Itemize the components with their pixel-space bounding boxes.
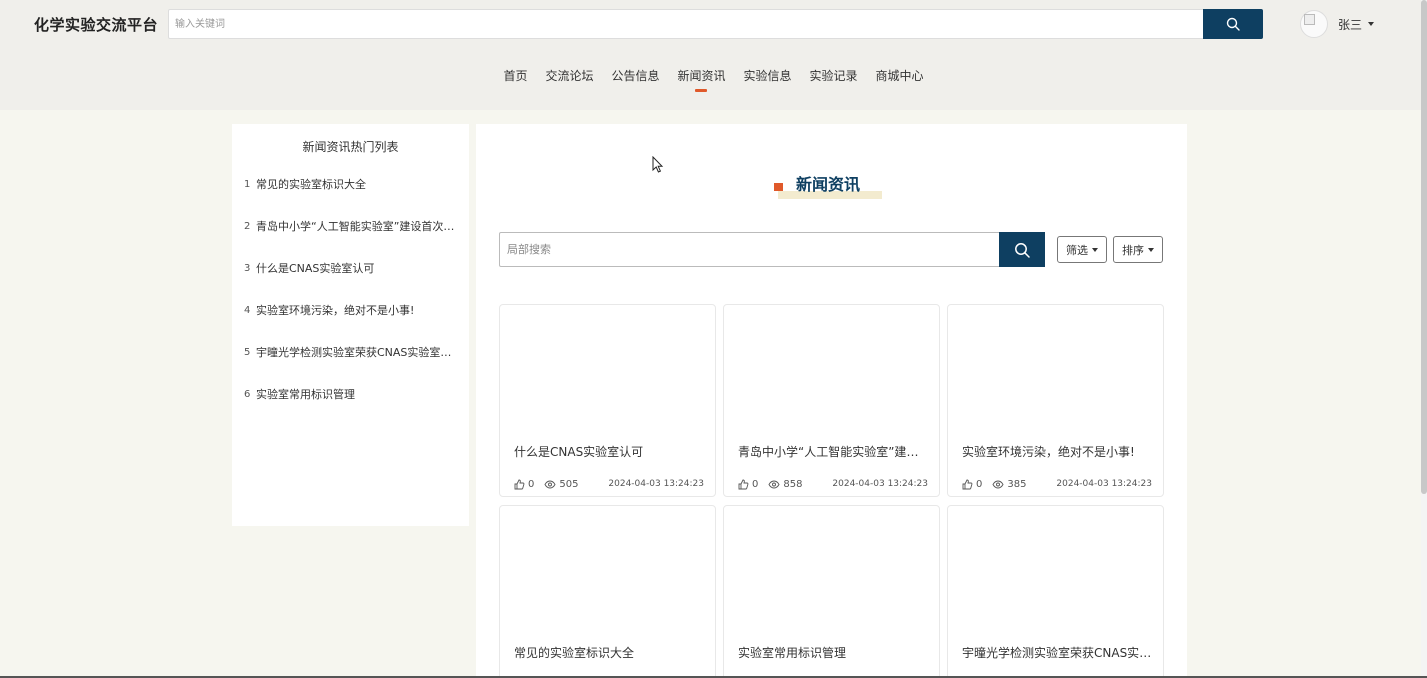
news-card-title[interactable]: 青岛中小学“人工智能实验室”建设首次启动 <box>738 443 928 460</box>
chevron-down-icon <box>1148 247 1154 252</box>
chevron-down-icon <box>1092 247 1098 252</box>
sort-label: 排序 <box>1122 243 1144 257</box>
thumbs-up-icon[interactable] <box>962 479 973 490</box>
local-search <box>499 232 1045 267</box>
page-title: 新闻资讯 <box>796 175 861 194</box>
filter-label: 筛选 <box>1066 243 1088 257</box>
list-item[interactable]: 2 青岛中小学“人工智能实验室”建设首次启动 <box>244 218 460 260</box>
list-item[interactable]: 4 实验室环境污染，绝对不是小事! <box>244 302 460 344</box>
list-item-number: 3 <box>244 263 251 274</box>
list-item-title[interactable]: 常见的实验室标识大全 <box>256 176 456 192</box>
list-item-title[interactable]: 实验室常用标识管理 <box>256 386 456 402</box>
global-search <box>168 9 1263 39</box>
view-count: 385 <box>1007 478 1027 490</box>
nav-item-experiment-info[interactable]: 实验信息 <box>735 66 801 86</box>
nav-item-notice[interactable]: 公告信息 <box>602 66 668 86</box>
local-search-input[interactable] <box>500 233 998 266</box>
scrollbar-thumb[interactable] <box>1421 0 1427 494</box>
list-item-title[interactable]: 实验室环境污染，绝对不是小事! <box>256 302 456 318</box>
news-main-panel: 新闻资讯 筛选 排序 什么是CNAS实验室认可 0 505 20 <box>476 124 1187 678</box>
news-card[interactable]: 青岛中小学“人工智能实验室”建设首次启动 0 858 2024-04-03 13… <box>723 304 940 497</box>
sort-dropdown[interactable]: 排序 <box>1113 236 1163 263</box>
global-search-button[interactable] <box>1203 9 1263 39</box>
eye-icon <box>992 480 1004 488</box>
list-item-number: 2 <box>244 221 251 232</box>
page-scrollbar[interactable] <box>1421 0 1427 678</box>
news-card-date: 2024-04-03 13:24:23 <box>1056 479 1152 489</box>
news-card[interactable]: 实验室常用标识管理 <box>723 505 940 678</box>
list-item-number: 6 <box>244 389 251 400</box>
like-count: 0 <box>752 478 759 490</box>
view-count: 858 <box>783 478 803 490</box>
thumbs-up-icon[interactable] <box>738 479 749 490</box>
list-item-number: 5 <box>244 347 251 358</box>
list-item[interactable]: 1 常见的实验室标识大全 <box>244 176 460 218</box>
news-card-meta: 0 505 2024-04-03 13:24:23 <box>514 477 704 491</box>
news-card-meta: 0 858 2024-04-03 13:24:23 <box>738 477 928 491</box>
thumbs-up-icon[interactable] <box>514 479 525 490</box>
top-header: 化学实验交流平台 张三 首页 交流论坛 公告信息 新闻资讯 实验信息 实验记录 … <box>0 0 1427 110</box>
list-item-title[interactable]: 什么是CNAS实验室认可 <box>256 260 456 276</box>
user-menu[interactable]: 张三 <box>1300 9 1375 39</box>
news-card[interactable]: 什么是CNAS实验室认可 0 505 2024-04-03 13:24:23 <box>499 304 716 497</box>
user-name[interactable]: 张三 <box>1338 16 1362 33</box>
list-item[interactable]: 5 宇曈光学检测实验室荣获CNAS实验室认可证书 <box>244 344 460 386</box>
news-card-title[interactable]: 实验室常用标识管理 <box>738 644 928 661</box>
nav-item-news[interactable]: 新闻资讯 <box>668 66 734 86</box>
filter-dropdown[interactable]: 筛选 <box>1057 236 1107 263</box>
news-card[interactable]: 常见的实验室标识大全 <box>499 505 716 678</box>
local-search-button[interactable] <box>999 232 1045 267</box>
like-count: 0 <box>528 478 535 490</box>
news-card-meta: 0 385 2024-04-03 13:24:23 <box>962 477 1152 491</box>
news-card-title[interactable]: 宇曈光学检测实验室荣获CNAS实验室认可证书 <box>962 644 1152 661</box>
mouse-cursor-icon <box>652 155 664 176</box>
global-search-input[interactable] <box>169 10 1203 38</box>
list-item[interactable]: 6 实验室常用标识管理 <box>244 386 460 428</box>
news-card-title[interactable]: 常见的实验室标识大全 <box>514 644 704 661</box>
list-item-title[interactable]: 青岛中小学“人工智能实验室”建设首次启动 <box>256 218 456 234</box>
list-item-number: 1 <box>244 179 251 190</box>
hot-news-sidebar: 新闻资讯热门列表 1 常见的实验室标识大全 2 青岛中小学“人工智能实验室”建设… <box>232 124 469 526</box>
sidebar-title: 新闻资讯热门列表 <box>302 140 399 154</box>
list-item-title[interactable]: 宇曈光学检测实验室荣获CNAS实验室认可证书 <box>256 344 456 360</box>
news-card-date: 2024-04-03 13:24:23 <box>608 479 704 489</box>
chevron-down-icon <box>1368 22 1375 26</box>
nav-item-home[interactable]: 首页 <box>494 66 536 86</box>
like-count: 0 <box>976 478 983 490</box>
nav-item-mall[interactable]: 商城中心 <box>867 66 933 86</box>
brand-title[interactable]: 化学实验交流平台 <box>34 14 158 35</box>
nav-item-forum[interactable]: 交流论坛 <box>536 66 602 86</box>
view-count: 505 <box>559 478 579 490</box>
news-card-date: 2024-04-03 13:24:23 <box>832 479 928 489</box>
title-flag-icon <box>774 183 783 191</box>
search-icon <box>1015 242 1030 258</box>
news-card-title[interactable]: 什么是CNAS实验室认可 <box>514 443 704 460</box>
news-card[interactable]: 宇曈光学检测实验室荣获CNAS实验室认可证书 <box>947 505 1164 678</box>
hot-news-list: 1 常见的实验室标识大全 2 青岛中小学“人工智能实验室”建设首次启动 3 什么… <box>244 176 460 428</box>
list-item[interactable]: 3 什么是CNAS实验室认可 <box>244 260 460 302</box>
news-card-title[interactable]: 实验室环境污染，绝对不是小事! <box>962 443 1152 460</box>
eye-icon <box>768 480 780 488</box>
eye-icon <box>544 480 556 488</box>
list-item-number: 4 <box>244 305 251 316</box>
main-nav: 首页 交流论坛 公告信息 新闻资讯 实验信息 实验记录 商城中心 <box>0 66 1427 96</box>
nav-item-experiment-record[interactable]: 实验记录 <box>801 66 867 86</box>
avatar[interactable] <box>1300 10 1328 38</box>
search-icon <box>1226 17 1240 31</box>
news-card[interactable]: 实验室环境污染，绝对不是小事! 0 385 2024-04-03 13:24:2… <box>947 304 1164 497</box>
